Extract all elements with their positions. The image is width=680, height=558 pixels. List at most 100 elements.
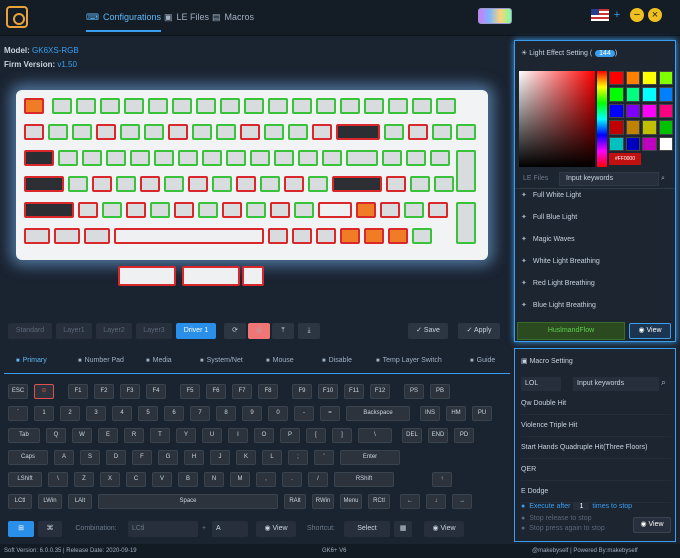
preview-key[interactable] (408, 124, 428, 140)
macro-option-press[interactable]: Stop press again to stop (521, 525, 605, 532)
preview-key[interactable] (188, 176, 208, 192)
preview-key[interactable] (154, 150, 174, 166)
key-option[interactable]: Enter (340, 450, 400, 465)
preview-key[interactable] (24, 150, 54, 166)
preview-key[interactable] (212, 176, 232, 192)
preview-key[interactable] (220, 98, 240, 114)
preview-key[interactable] (24, 98, 44, 114)
preview-key[interactable] (336, 124, 380, 140)
key-option[interactable]: Tab (8, 428, 40, 443)
preview-key[interactable] (118, 266, 176, 286)
preview-key[interactable] (78, 202, 98, 218)
preview-key[interactable] (386, 176, 406, 192)
key-option[interactable]: RShift (334, 472, 394, 487)
key-option[interactable]: E (98, 428, 118, 443)
tab-guide[interactable]: Guide (470, 357, 496, 364)
preview-key[interactable] (150, 202, 170, 218)
preview-key[interactable] (264, 124, 284, 140)
key-option[interactable]: ← (400, 494, 420, 509)
preview-key[interactable] (274, 150, 294, 166)
color-swatch[interactable] (642, 136, 657, 151)
preview-key[interactable] (410, 176, 430, 192)
key-option[interactable]: ESC (8, 384, 28, 399)
preview-key[interactable] (292, 228, 312, 244)
color-swatch[interactable] (642, 103, 657, 119)
preview-key[interactable] (96, 124, 116, 140)
macro-item[interactable]: QER (521, 459, 671, 481)
preview-key[interactable] (102, 202, 122, 218)
preview-key[interactable] (308, 176, 328, 192)
key-option[interactable]: DEL (402, 428, 422, 443)
preview-key[interactable] (236, 176, 256, 192)
preview-key[interactable] (434, 176, 454, 192)
key-option[interactable]: ] (332, 428, 352, 443)
macro-option-execute[interactable]: Execute after1times to stop (521, 503, 632, 510)
key-option[interactable]: PD (454, 428, 474, 443)
preview-key[interactable] (216, 124, 236, 140)
key-option[interactable]: H (184, 450, 204, 465)
preview-key[interactable] (428, 202, 448, 218)
key-option[interactable]: = (320, 406, 340, 421)
macro-view-button[interactable]: ◉ View (633, 517, 671, 533)
color-swatch[interactable] (609, 87, 624, 102)
tab-le-files-sub[interactable]: LE Files (523, 175, 548, 182)
key-option[interactable]: Menu (340, 494, 362, 509)
color-swatch[interactable] (625, 136, 640, 151)
key-option[interactable]: 5 (138, 406, 158, 421)
tab-system-net[interactable]: System/Net (200, 357, 243, 364)
key-option[interactable]: LAlt (68, 494, 92, 509)
preview-key[interactable] (364, 98, 384, 114)
key-option[interactable]: . (282, 472, 302, 487)
preview-key[interactable] (384, 124, 404, 140)
key-option[interactable]: Space (98, 494, 278, 509)
key-option[interactable]: LShift (8, 472, 42, 487)
record-icon[interactable]: ◎ (248, 323, 270, 339)
preview-key[interactable] (124, 98, 144, 114)
effect-item[interactable]: Magic Waves (521, 229, 669, 251)
preview-key[interactable] (380, 202, 400, 218)
preview-key[interactable] (52, 98, 72, 114)
macro-item[interactable]: Start Hands Quadruple Hit(Three Floors) (521, 437, 671, 459)
key-option[interactable]: 9 (242, 406, 262, 421)
key-option[interactable]: F12 (370, 384, 390, 399)
effect-item[interactable]: Red Light Breathing (521, 273, 669, 295)
key-option[interactable]: 0 (268, 406, 288, 421)
preview-key[interactable] (226, 150, 246, 166)
preview-key[interactable] (356, 202, 376, 218)
preview-key[interactable] (24, 124, 44, 140)
key-option[interactable]: T (150, 428, 170, 443)
preview-key[interactable] (182, 266, 240, 286)
combination-select[interactable]: LCtl (128, 521, 198, 537)
preview-key[interactable] (126, 202, 146, 218)
preview-key[interactable] (130, 150, 150, 166)
key-option[interactable]: → (452, 494, 472, 509)
key-option[interactable]: ' (314, 450, 334, 465)
key-option[interactable]: R (124, 428, 144, 443)
key-option[interactable]: ; (288, 450, 308, 465)
key-option[interactable]: / (308, 472, 328, 487)
preview-key[interactable] (148, 98, 168, 114)
preview-key[interactable] (76, 98, 96, 114)
preview-key[interactable] (456, 202, 476, 244)
key-option[interactable]: F2 (94, 384, 114, 399)
preview-key[interactable] (198, 202, 218, 218)
key-option[interactable]: I (228, 428, 248, 443)
key-option[interactable]: X (100, 472, 120, 487)
preview-key[interactable] (106, 150, 126, 166)
preview-key[interactable] (432, 124, 452, 140)
layer-standard[interactable]: Standard (8, 323, 52, 339)
preview-key[interactable] (222, 202, 242, 218)
preview-key[interactable] (332, 176, 382, 192)
key-option[interactable]: O (254, 428, 274, 443)
key-option[interactable]: \ (48, 472, 68, 487)
effect-search-input[interactable]: Input keywords (559, 172, 659, 186)
tab-number-pad[interactable]: Number Pad (78, 357, 124, 364)
preview-key[interactable] (54, 228, 80, 244)
key-option[interactable]: F1 (68, 384, 88, 399)
preview-key[interactable] (68, 176, 88, 192)
preview-key[interactable] (412, 228, 432, 244)
key-option[interactable]: 8 (216, 406, 236, 421)
key-option[interactable]: , (256, 472, 276, 487)
layer-3[interactable]: Layer3 (136, 323, 172, 339)
color-swatch[interactable] (625, 71, 640, 86)
